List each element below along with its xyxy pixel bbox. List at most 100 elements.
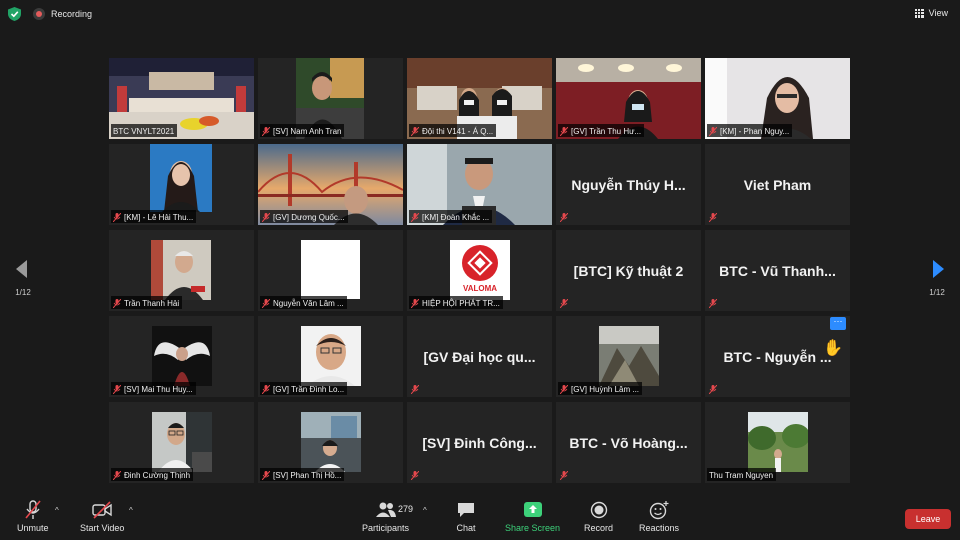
video-tile[interactable]: [GV Đại học qu... [407, 316, 552, 397]
video-tile[interactable]: [GV] Huỳnh Lâm ... [556, 316, 701, 397]
video-tile[interactable]: Đội thi V141 - Á Q... [407, 58, 552, 139]
participant-name: HIỆP HỘI PHÁT TR... [409, 296, 503, 309]
participant-name [558, 296, 571, 309]
valoma-logo-icon [462, 245, 498, 281]
video-tile[interactable]: [SV] Mai Thu Huy... [109, 316, 254, 397]
participants-label: Participants [362, 523, 410, 533]
record-dot-icon [33, 8, 45, 20]
start-video-button[interactable]: Start Video [80, 500, 124, 533]
shield-icon[interactable] [8, 7, 21, 21]
page-indicator: 1/12 [15, 288, 31, 297]
audio-options-chevron-icon[interactable]: ^ [55, 506, 59, 515]
participant-display-name: [SV] Đinh Công... [422, 435, 537, 451]
video-tile[interactable]: [GV] Trần Đình Lo... [258, 316, 403, 397]
gallery-grid: BTC VNYLT2021 [SV] Nam Anh Tran Đội thi … [109, 58, 850, 483]
participant-count: 279 [398, 504, 414, 514]
video-tile[interactable]: Viet Pham [705, 144, 850, 225]
leave-button[interactable]: Leave [905, 509, 951, 529]
muted-mic-icon [262, 299, 270, 308]
chat-button[interactable]: Chat [455, 500, 477, 533]
muted-mic-icon [262, 471, 270, 480]
video-tile[interactable]: [GV] Trần Thu Hư... [556, 58, 701, 139]
participant-name [707, 382, 720, 395]
muted-mic-icon [411, 299, 419, 308]
more-options-button[interactable]: ··· [830, 317, 846, 330]
participant-video [150, 144, 212, 212]
muted-mic-icon [113, 471, 121, 480]
video-options-chevron-icon[interactable]: ^ [129, 506, 133, 515]
video-tile[interactable]: [SV] Nam Anh Tran [258, 58, 403, 139]
unmute-button[interactable]: Unmute [17, 500, 49, 533]
reactions-button[interactable]: Reactions [639, 500, 679, 533]
raised-hand-icon: ✋ [823, 340, 843, 357]
share-screen-button[interactable]: Share Screen [505, 500, 560, 533]
muted-mic-icon [411, 127, 419, 136]
participant-photo [301, 240, 360, 299]
muted-mic-icon [113, 299, 121, 308]
participant-display-name: BTC - Võ Hoàng... [569, 435, 688, 451]
muted-mic-icon [560, 213, 568, 222]
participant-name: Đinh Cường Thịnh [111, 468, 194, 481]
record-button[interactable]: Record [584, 500, 613, 533]
view-button[interactable]: View [914, 8, 948, 18]
recording-indicator[interactable]: Recording [33, 8, 92, 20]
video-tile[interactable]: [KM] - Phan Nguy... [705, 58, 850, 139]
video-tile[interactable]: VALOMA HIỆP HỘI PHÁT TR... [407, 230, 552, 311]
video-tile[interactable]: ··· BTC - Nguyễn ... ✋ [705, 316, 850, 397]
video-tile[interactable]: [KM] Đoàn Khắc ... [407, 144, 552, 225]
previous-page-button[interactable]: 1/12 [0, 248, 46, 306]
participant-name [409, 382, 422, 395]
chat-label: Chat [456, 523, 476, 533]
muted-mic-icon [411, 471, 419, 480]
participant-photo [152, 326, 212, 386]
video-tile[interactable]: [BTC] Kỹ thuật 2 [556, 230, 701, 311]
participant-photo [151, 240, 211, 300]
muted-mic-icon [113, 385, 121, 394]
video-tile[interactable]: [SV] Đinh Công... [407, 402, 552, 483]
recording-label: Recording [51, 9, 93, 19]
meeting-toolbar: Unmute ^ Start Video ^ Participants 279 … [0, 496, 960, 540]
participant-photo [301, 326, 361, 386]
participant-name: BTC VNYLT2021 [111, 124, 178, 137]
video-tile[interactable]: [KM] - Lê Hải Thu... [109, 144, 254, 225]
participant-name: [KM] - Lê Hải Thu... [111, 210, 197, 223]
muted-mic-icon [709, 385, 717, 394]
participant-name [707, 210, 720, 223]
next-page-button[interactable]: 1/12 [914, 248, 960, 306]
muted-mic-icon [262, 127, 270, 136]
video-tile[interactable]: [SV] Phan Thị Hồ... [258, 402, 403, 483]
participant-photo [748, 412, 808, 472]
video-tile[interactable]: [GV] Dương Quốc... [258, 144, 403, 225]
participant-display-name: [GV Đại học qu... [423, 349, 536, 365]
video-tile[interactable]: BTC - Võ Hoàng... [556, 402, 701, 483]
muted-mic-icon [560, 385, 568, 394]
participant-name: [SV] Phan Thị Hồ... [260, 468, 345, 481]
participant-display-name: [BTC] Kỹ thuật 2 [573, 263, 684, 279]
video-tile[interactable]: BTC - Vũ Thanh... [705, 230, 850, 311]
chat-icon [458, 503, 474, 517]
muted-mic-icon [709, 213, 717, 222]
muted-mic-icon [560, 127, 568, 136]
top-bar: Recording View [0, 0, 960, 28]
reactions-label: Reactions [639, 523, 680, 533]
video-tile[interactable]: Nguyễn Văn Lâm ... [258, 230, 403, 311]
participant-photo [152, 412, 212, 472]
video-tile[interactable]: BTC VNYLT2021 [109, 58, 254, 139]
video-tile[interactable]: Thu Tram Nguyen [705, 402, 850, 483]
participant-name: [GV] Huỳnh Lâm ... [558, 382, 643, 395]
unmute-label: Unmute [17, 523, 49, 533]
record-icon [590, 501, 607, 519]
participant-name [558, 210, 571, 223]
video-tile[interactable]: Trần Thanh Hải [109, 230, 254, 311]
grid-view-icon [914, 8, 924, 18]
participant-name: [KM] Đoàn Khắc ... [409, 210, 493, 223]
participant-display-name: BTC - Vũ Thanh... [719, 263, 836, 279]
start-video-label: Start Video [80, 523, 125, 533]
muted-mic-icon [262, 385, 270, 394]
participant-photo [599, 326, 659, 386]
video-tile[interactable]: Đinh Cường Thịnh [109, 402, 254, 483]
video-tile[interactable]: Nguyễn Thúy H... [556, 144, 701, 225]
logo-text: VALOMA [462, 284, 498, 293]
participant-name [409, 468, 422, 481]
participants-options-chevron-icon[interactable]: ^ [423, 506, 427, 515]
